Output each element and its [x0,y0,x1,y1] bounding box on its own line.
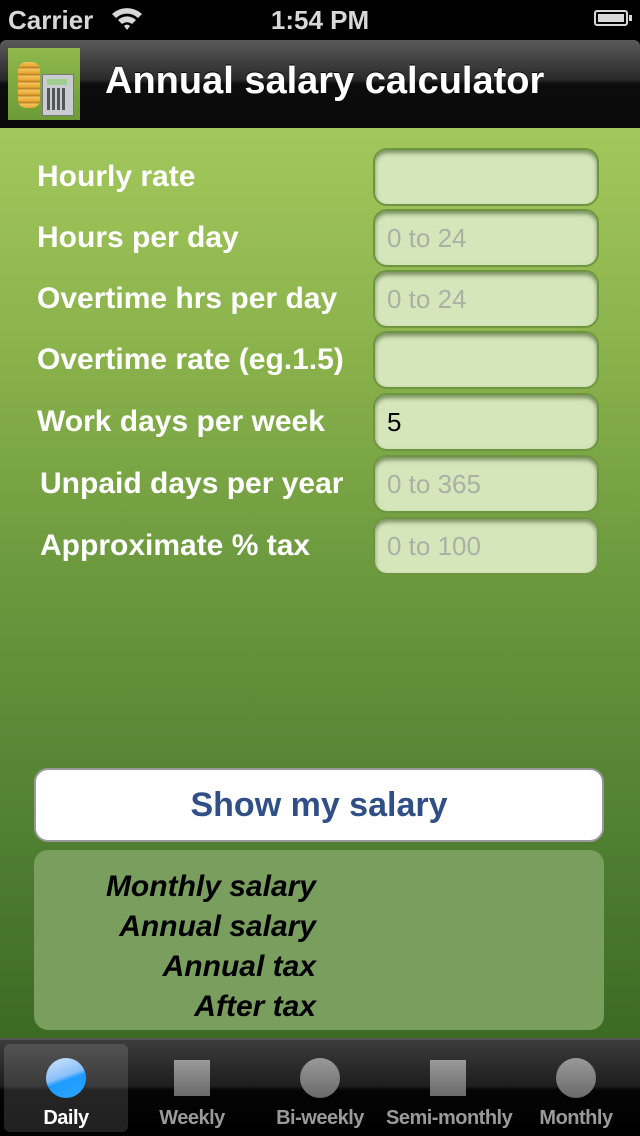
work-days-label: Work days per week [37,405,325,438]
annual-tax-label: Annual tax [162,950,316,983]
overtime-rate-input[interactable] [373,331,599,389]
tab-weekly-label: Weekly [159,1107,225,1129]
form-row-overtime-rate: Overtime rate (eg.1.5) [0,331,640,391]
clock: 1:54 PM [270,5,370,35]
unpaid-days-input[interactable] [373,455,599,513]
form-row-hourly-rate: Hourly rate [0,148,640,208]
overtime-hours-label: Overtime hrs per day [37,282,338,315]
form-row-overtime-hours: Overtime hrs per day [0,270,640,330]
tab-bi-weekly-label: Bi-weekly [276,1107,364,1129]
main-content: Hourly rate Hours per day Overtime hrs p… [0,128,640,1038]
tab-monthly-label: Monthly [539,1107,613,1129]
page-title: Annual salary calculator [105,60,545,102]
form-row-work-days: Work days per week [0,393,640,453]
tab-bi-weekly[interactable]: Bi-weekly [258,1044,382,1132]
form-row-hours-per-day: Hours per day [0,209,640,269]
tab-semi-monthly[interactable]: Semi-monthly [386,1044,513,1132]
tab-monthly[interactable]: Monthly [514,1044,638,1132]
after-tax-label: After tax [194,990,316,1023]
circle-icon [300,1058,340,1098]
annual-salary-label: Annual salary [119,910,316,943]
square-icon [174,1060,210,1096]
overtime-hours-input[interactable] [373,270,599,328]
unpaid-days-label: Unpaid days per year [40,467,344,500]
tab-weekly[interactable]: Weekly [130,1044,254,1132]
results-panel: Monthly salary Annual salary Annual tax … [34,850,604,1030]
overtime-rate-label: Overtime rate (eg.1.5) [37,343,344,376]
hours-per-day-label: Hours per day [37,221,239,254]
hours-per-day-input[interactable] [373,209,599,267]
tab-daily[interactable]: Daily [4,1044,128,1132]
coins-calculator-icon [8,48,80,120]
tab-bar: Daily Weekly Bi-weekly Semi-monthly Mont… [0,1038,640,1136]
tax-percent-label: Approximate % tax [40,529,311,562]
status-bar: Carrier 1:54 PM [0,0,640,40]
tax-percent-input[interactable] [373,517,599,575]
form-row-unpaid-days: Unpaid days per year [0,455,640,515]
hourly-rate-label: Hourly rate [37,160,196,193]
monthly-salary-label: Monthly salary [105,870,316,903]
hourly-rate-input[interactable] [373,148,599,206]
form-row-tax: Approximate % tax [0,517,640,577]
work-days-input[interactable] [373,393,599,451]
tab-semi-monthly-label: Semi-monthly [386,1107,513,1129]
circle-icon [46,1058,86,1098]
battery-icon [594,10,632,26]
tab-daily-label: Daily [43,1107,89,1129]
show-salary-button[interactable]: Show my salary [34,768,604,842]
square-icon [430,1060,466,1096]
circle-icon [556,1058,596,1098]
nav-bar: Annual salary calculator [0,40,640,128]
